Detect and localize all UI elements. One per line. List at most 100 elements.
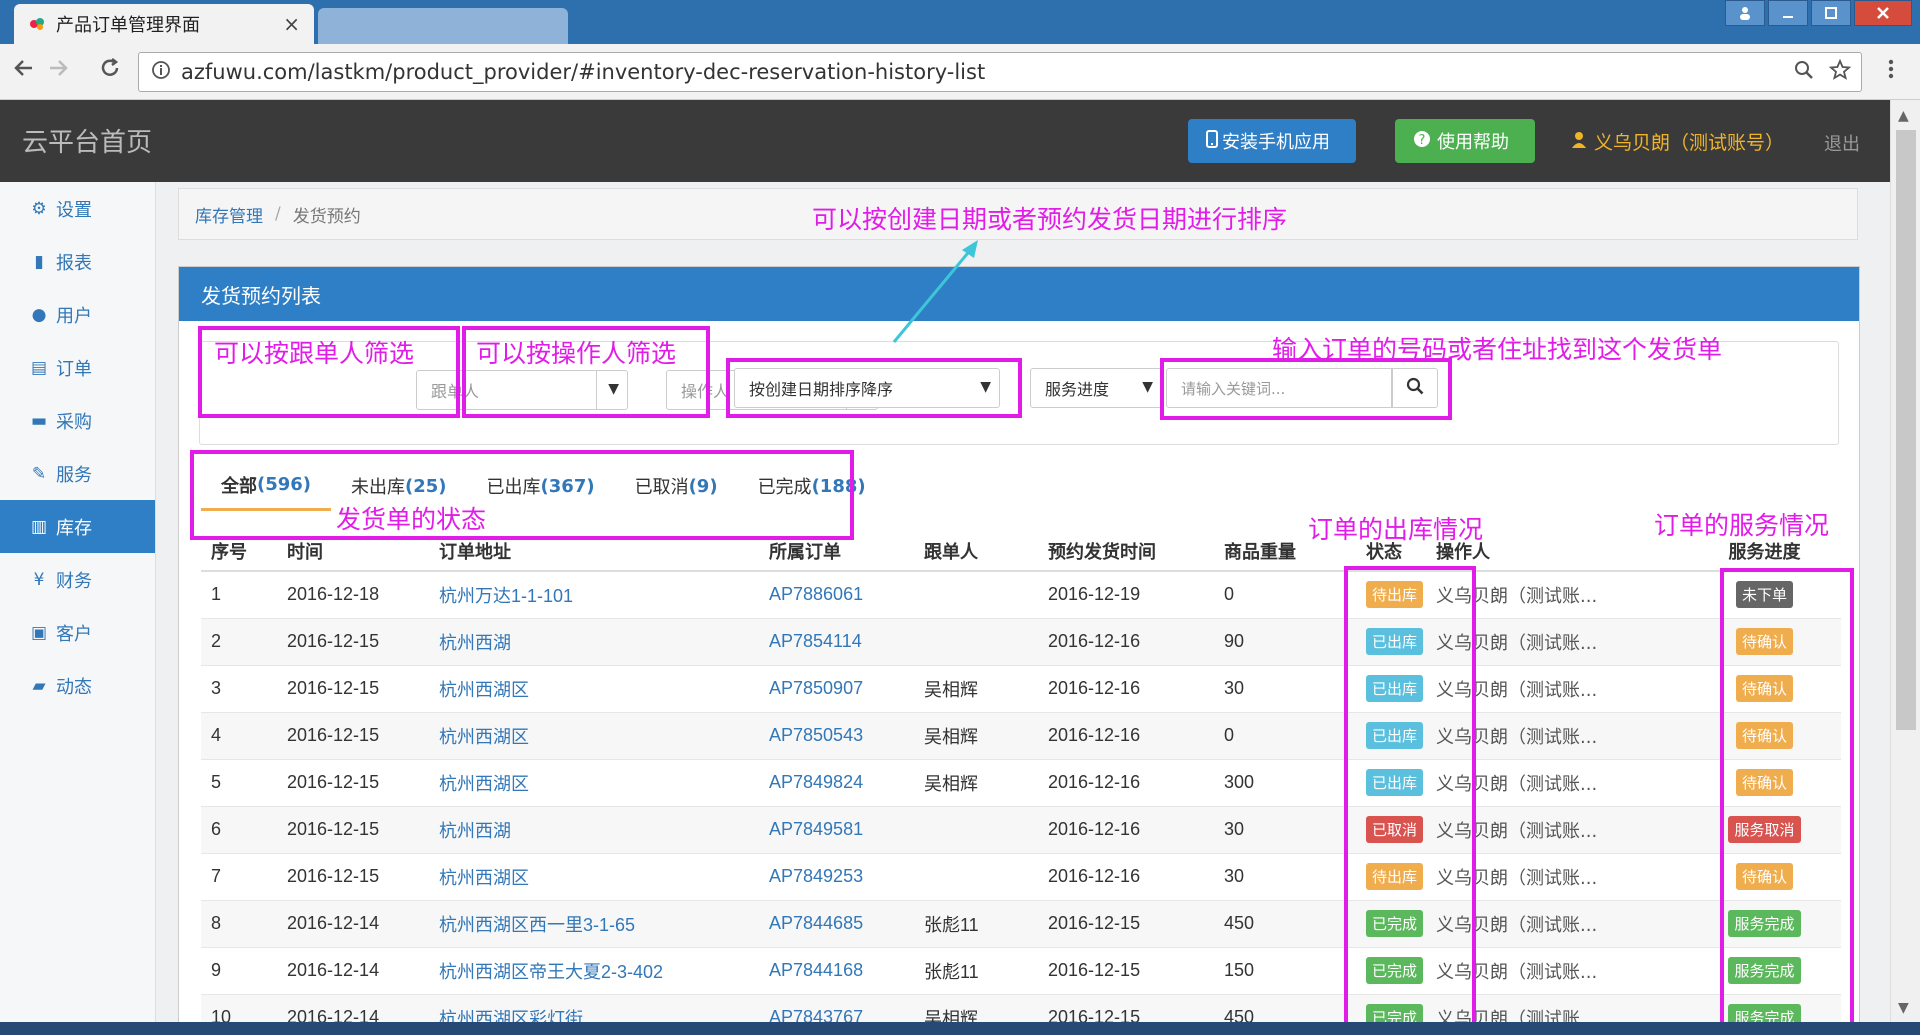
row-address-link[interactable]: 杭州西湖区	[429, 759, 759, 807]
sidebar-item[interactable]: ⚙ 设置	[0, 182, 155, 235]
favicon-icon	[28, 15, 46, 33]
help-button[interactable]: ? 使用帮助	[1395, 119, 1535, 163]
row-address-link[interactable]: 杭州西湖区西一里3-1-65	[429, 900, 759, 948]
sidebar-item[interactable]: ● 用户	[0, 288, 155, 341]
logout-link[interactable]: 退出	[1824, 130, 1860, 156]
row-weight: 150	[1214, 947, 1356, 995]
service-column-annotation: 订单的服务情况	[1654, 511, 1830, 540]
browser-tab-inactive[interactable]	[318, 8, 568, 44]
row-ship-date: 2016-12-16	[1038, 618, 1214, 666]
barcode-icon: ▥	[30, 516, 48, 537]
address-bar[interactable]: azfuwu.com/lastkm/product_provider/#inve…	[138, 52, 1862, 92]
row-order-link[interactable]: AP7849824	[759, 759, 914, 807]
maximize-icon[interactable]	[1811, 0, 1851, 26]
forward-icon[interactable]	[46, 56, 70, 86]
row-address-link[interactable]: 杭州西湖区	[429, 853, 759, 901]
col-follower: 跟单人	[914, 531, 1038, 572]
row-address-link[interactable]: 杭州万达1-1-101	[429, 571, 759, 619]
install-app-button[interactable]: 安装手机应用	[1188, 119, 1356, 163]
row-follower: 张彪11	[914, 900, 1038, 948]
row-number: 6	[201, 806, 277, 854]
row-number: 7	[201, 853, 277, 901]
row-order-link[interactable]: AP7850543	[759, 712, 914, 760]
status-column-highlight	[1344, 566, 1476, 1028]
table-row[interactable]: 3 2016-12-15 杭州西湖区 AP7850907 吴相辉 2016-12-16 30…	[201, 665, 1841, 713]
sidebar-item[interactable]: ▥ 库存	[0, 500, 155, 553]
gear-icon: ⚙	[31, 198, 47, 219]
row-order-link[interactable]: AP7850907	[759, 665, 914, 713]
row-order-link[interactable]: AP7849581	[759, 806, 914, 854]
window-controls	[1722, 0, 1912, 26]
scroll-thumb[interactable]	[1896, 130, 1916, 730]
window-close-icon[interactable]	[1854, 0, 1912, 26]
table-body: 1 2016-12-18 杭州万达1-1-101 AP7886061 2016-12-1…	[201, 571, 1841, 1035]
browser-menu-icon[interactable]	[1888, 58, 1894, 86]
row-ship-date: 2016-12-16	[1038, 665, 1214, 713]
sidebar-item-label: 订单	[56, 358, 92, 380]
row-follower	[914, 618, 1038, 666]
row-address-link[interactable]: 杭州西湖区	[429, 665, 759, 713]
operator-annotation: 可以按操作人筛选	[476, 339, 677, 368]
row-date: 2016-12-14	[277, 947, 429, 995]
row-order-link[interactable]: AP7854114	[759, 618, 914, 666]
sidebar-item[interactable]: ✎ 服务	[0, 447, 155, 500]
row-weight: 30	[1214, 665, 1356, 713]
back-icon[interactable]	[12, 56, 36, 86]
sidebar-item[interactable]: ▣ 客户	[0, 606, 155, 659]
table-row[interactable]: 8 2016-12-14 杭州西湖区西一里3-1-65 AP7844685 张彪11 20…	[201, 900, 1841, 948]
user-name-label: 义乌贝朗（测试账号）	[1594, 132, 1785, 154]
mobile-icon	[1206, 129, 1218, 153]
browser-tab-bar: 产品订单管理界面 ×	[0, 0, 1920, 44]
sidebar-item[interactable]: ▰ 动态	[0, 659, 155, 712]
follower-annotation: 可以按跟单人筛选	[214, 339, 415, 368]
table-row[interactable]: 2 2016-12-15 杭州西湖 AP7854114 2016-12-16 90 已出库义…	[201, 618, 1841, 666]
user-menu[interactable]: 义乌贝朗（测试账号）	[1570, 128, 1784, 155]
account-icon[interactable]	[1725, 0, 1765, 26]
scroll-up-icon[interactable]: ▲	[1898, 108, 1909, 124]
sidebar: ⚙ 设置 ▮ 报表 ● 用户 ▤ 订单 ▬ 采购 ✎ 服务 ▥ 库存 ¥ 财务 ▣ 客户 ▰ 动态	[0, 182, 156, 1035]
sidebar-item[interactable]: ¥ 财务	[0, 553, 155, 606]
reservation-table: 序号 时间 订单地址 所属订单 跟单人 预约发货时间 商品重量 状态 操作人 服…	[201, 531, 1841, 1035]
row-address-link[interactable]: 杭州西湖	[429, 618, 759, 666]
row-weight: 300	[1214, 759, 1356, 807]
table-row[interactable]: 1 2016-12-18 杭州万达1-1-101 AP7886061 2016-12-1…	[201, 571, 1841, 619]
row-weight: 30	[1214, 853, 1356, 901]
breadcrumb-parent[interactable]: 库存管理	[195, 202, 263, 227]
table-row[interactable]: 4 2016-12-15 杭州西湖区 AP7850543 吴相辉 2016-12-16 0 已…	[201, 712, 1841, 760]
sidebar-item[interactable]: ▬ 采购	[0, 394, 155, 447]
table-row[interactable]: 6 2016-12-15 杭州西湖 AP7849581 2016-12-16 30 已取消义…	[201, 806, 1841, 854]
row-order-link[interactable]: AP7849253	[759, 853, 914, 901]
sidebar-item-label: 库存	[56, 517, 92, 539]
table-row[interactable]: 9 2016-12-14 杭州西湖区帝王大夏2-3-402 AP7844168 张彪11…	[201, 947, 1841, 995]
row-address-link[interactable]: 杭州西湖	[429, 806, 759, 854]
service-select[interactable]: 服务进度 ▼	[1030, 368, 1162, 408]
row-address-link[interactable]: 杭州西湖区帝王大夏2-3-402	[429, 947, 759, 995]
sidebar-item[interactable]: ▮ 报表	[0, 235, 155, 288]
info-icon[interactable]	[151, 60, 171, 85]
row-follower: 张彪11	[914, 947, 1038, 995]
browser-tab-active[interactable]: 产品订单管理界面 ×	[14, 4, 314, 44]
sidebar-item[interactable]: ▤ 订单	[0, 341, 155, 394]
caret-down-icon: ▼	[1142, 379, 1153, 395]
table-row[interactable]: 7 2016-12-15 杭州西湖区 AP7849253 2016-12-16 30 待出库…	[201, 853, 1841, 901]
status-tabs-highlight	[190, 450, 854, 540]
row-ship-date: 2016-12-16	[1038, 759, 1214, 807]
table-row[interactable]: 5 2016-12-15 杭州西湖区 AP7849824 吴相辉 2016-12-16 30…	[201, 759, 1841, 807]
row-order-link[interactable]: AP7886061	[759, 571, 914, 619]
home-link[interactable]: 云平台首页	[22, 122, 152, 159]
row-order-link[interactable]: AP7844168	[759, 947, 914, 995]
page-scrollbar[interactable]: ▲ ▼	[1890, 100, 1920, 1035]
close-icon[interactable]: ×	[283, 12, 300, 36]
status-tabs-annotation: 发货单的状态	[336, 505, 487, 534]
bookmark-star-icon[interactable]	[1828, 58, 1852, 87]
scroll-down-icon[interactable]: ▼	[1898, 1000, 1909, 1016]
minimize-icon[interactable]	[1768, 0, 1808, 26]
row-follower	[914, 806, 1038, 854]
row-address-link[interactable]: 杭州西湖区	[429, 712, 759, 760]
reload-icon[interactable]	[98, 56, 122, 86]
sidebar-item-label: 财务	[56, 570, 92, 592]
sort-annotation: 可以按创建日期或者预约发货日期进行排序	[812, 205, 1288, 234]
zoom-icon[interactable]	[1793, 59, 1815, 87]
row-number: 8	[201, 900, 277, 948]
row-order-link[interactable]: AP7844685	[759, 900, 914, 948]
